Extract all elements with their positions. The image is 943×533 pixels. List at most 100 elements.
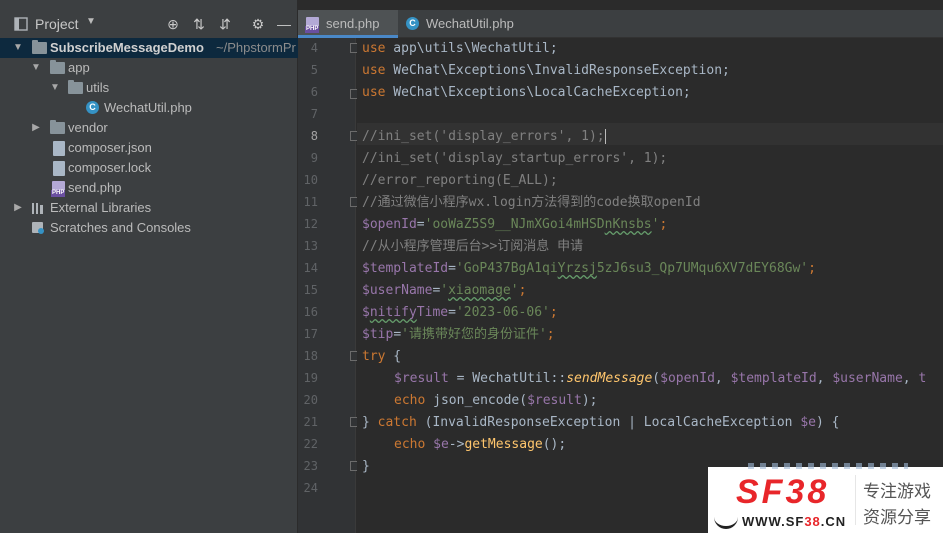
code-line: } catch (InvalidResponseException | Loca… [362,415,840,430]
chevron-down-icon[interactable]: ▼ [86,16,96,27]
code-line: } [362,459,370,474]
php-class-icon: C [406,17,419,30]
line-number: 16 [303,305,318,319]
line-number: 14 [303,261,318,275]
line-number: 24 [303,481,318,495]
project-header: Project ▼ ⊕ ⇅ ⇵ ⚙ — [0,10,298,38]
line-number: 19 [303,371,318,385]
line-number: 18 [303,349,318,363]
code-line: $result = WechatUtil::sendMessage($openI… [394,371,927,386]
chevron-right-icon[interactable]: ▶ [30,118,42,138]
line-number: 20 [303,393,318,407]
tab-wechatutil-php[interactable]: C WechatUtil.php [398,10,526,38]
watermark-logo: SF38 [736,473,830,511]
tree-item-label: app [68,60,90,75]
folder-icon [32,40,47,54]
code-line: //error_reporting(E_ALL); [362,173,558,188]
folder-icon [50,60,65,74]
watermark-slogan-2: 资源分享 [863,508,931,527]
line-number: 23 [303,459,318,473]
line-number: 7 [310,107,318,121]
php-class-icon: C [86,101,99,114]
code-line: echo json_encode($result); [394,393,598,408]
code-line: use WeChat\Exceptions\LocalCacheExceptio… [362,85,691,100]
tree-item-utils[interactable]: ▼ utils [0,78,298,98]
chevron-down-icon[interactable]: ▼ [49,78,61,98]
code-line: use app\utils\WechatUtil; [362,41,558,56]
tab-label: WechatUtil.php [426,16,514,31]
tree-item-app[interactable]: ▼ app [0,58,298,78]
editor-tabs: send.php C WechatUtil.php [298,10,943,38]
code-editor[interactable]: use app\utils\WechatUtil; use WeChat\Exc… [357,38,943,533]
tree-item-label: Scratches and Consoles [50,220,191,235]
line-number: 17 [303,327,318,341]
code-line: //从小程序管理后台>>订阅消息 申请 [362,239,584,254]
line-number: 10 [303,173,318,187]
expand-all-icon[interactable]: ⇅ [191,16,207,32]
tab-label: send.php [326,16,380,31]
chevron-right-icon[interactable]: ▶ [12,198,24,218]
tree-item-wechatutil[interactable]: C WechatUtil.php [0,98,298,118]
tree-item-composer-json[interactable]: composer.json [0,138,298,158]
folder-icon [68,80,83,94]
tree-item-composer-lock[interactable]: composer.lock [0,158,298,178]
folder-icon [50,120,65,134]
tree-item-label: send.php [68,180,122,195]
code-line: $userName='xiaomage'; [362,283,527,298]
code-line: //通过微信小程序wx.login方法得到的code换取openId [362,195,701,210]
root-path: ~/PhpstormPr [216,40,296,55]
logo-swoosh-icon [714,513,738,529]
text-cursor [604,129,606,144]
line-number: 12 [303,217,318,231]
code-line: //ini_set('display_startup_errors', 1); [362,151,668,166]
watermark-slogan-1: 专注游戏 [863,482,931,501]
code-line: $nitifyTime='2023-06-06'; [362,305,558,320]
tree-item-vendor[interactable]: ▶ vendor [0,118,298,138]
tree-item-label: vendor [68,120,108,135]
chevron-down-icon[interactable]: ▼ [12,38,24,58]
code-line: //ini_set('display_errors', 1); [362,129,606,144]
line-number: 5 [310,63,318,77]
scratches-icon [32,222,44,234]
file-icon [53,161,65,176]
tree-item-label: utils [86,80,110,95]
line-number: 9 [310,151,318,165]
project-panel: Project ▼ ⊕ ⇅ ⇵ ⚙ — ▼ SubscribeMessageDe… [0,0,298,533]
json-file-icon [53,141,65,156]
code-line: $openId='ooWaZ5S9__NJmXGoi4mHSDnKnsbs'; [362,217,668,232]
library-icon [32,203,43,214]
root-name: SubscribeMessageDemo [50,40,204,55]
locate-icon[interactable]: ⊕ [165,16,181,32]
code-line: use WeChat\Exceptions\InvalidResponseExc… [362,63,730,78]
code-line: $tip='请携带好您的身份证件'; [362,327,555,342]
collapse-all-icon[interactable]: ⇵ [217,16,233,32]
hide-icon[interactable]: — [276,16,292,32]
gear-icon[interactable]: ⚙ [250,16,266,32]
chevron-down-icon[interactable]: ▼ [30,58,42,78]
watermark-decoration [748,463,908,469]
php-file-icon [305,17,320,33]
tree-item-scratches[interactable]: Scratches and Consoles [0,218,298,238]
code-line: echo $e->getMessage(); [394,437,567,452]
watermark-url: WWW.SF38.CN [742,514,847,529]
tree-item-label: composer.json [68,140,152,155]
code-line: try { [362,349,402,364]
line-number: 6 [310,85,318,99]
line-number: 4 [310,41,318,55]
watermark: SF38 WWW.SF38.CN 专注游戏 资源分享 [708,463,943,533]
line-number: 22 [303,437,318,451]
line-number: 11 [303,195,318,209]
line-number: 13 [303,239,318,253]
line-number: 8 [310,129,318,143]
tab-send-php[interactable]: send.php [298,10,398,38]
project-title[interactable]: Project [35,16,79,32]
tree-item-send-php[interactable]: send.php [0,178,298,198]
line-number: 15 [303,283,318,297]
code-line: $templateId='GoP437BgA1qiYrzsj5zJ6su3_Qp… [362,261,816,276]
tree-item-root[interactable]: ▼ SubscribeMessageDemo ~/PhpstormPr [0,38,298,58]
line-gutter: 4 5 6 7 8 9 10 11 12 13 14 15 16 17 18 1… [298,38,358,533]
tree-item-external-libraries[interactable]: ▶ External Libraries [0,198,298,218]
php-file-icon [51,181,66,197]
line-number: 21 [303,415,318,429]
project-view-icon [14,17,28,31]
